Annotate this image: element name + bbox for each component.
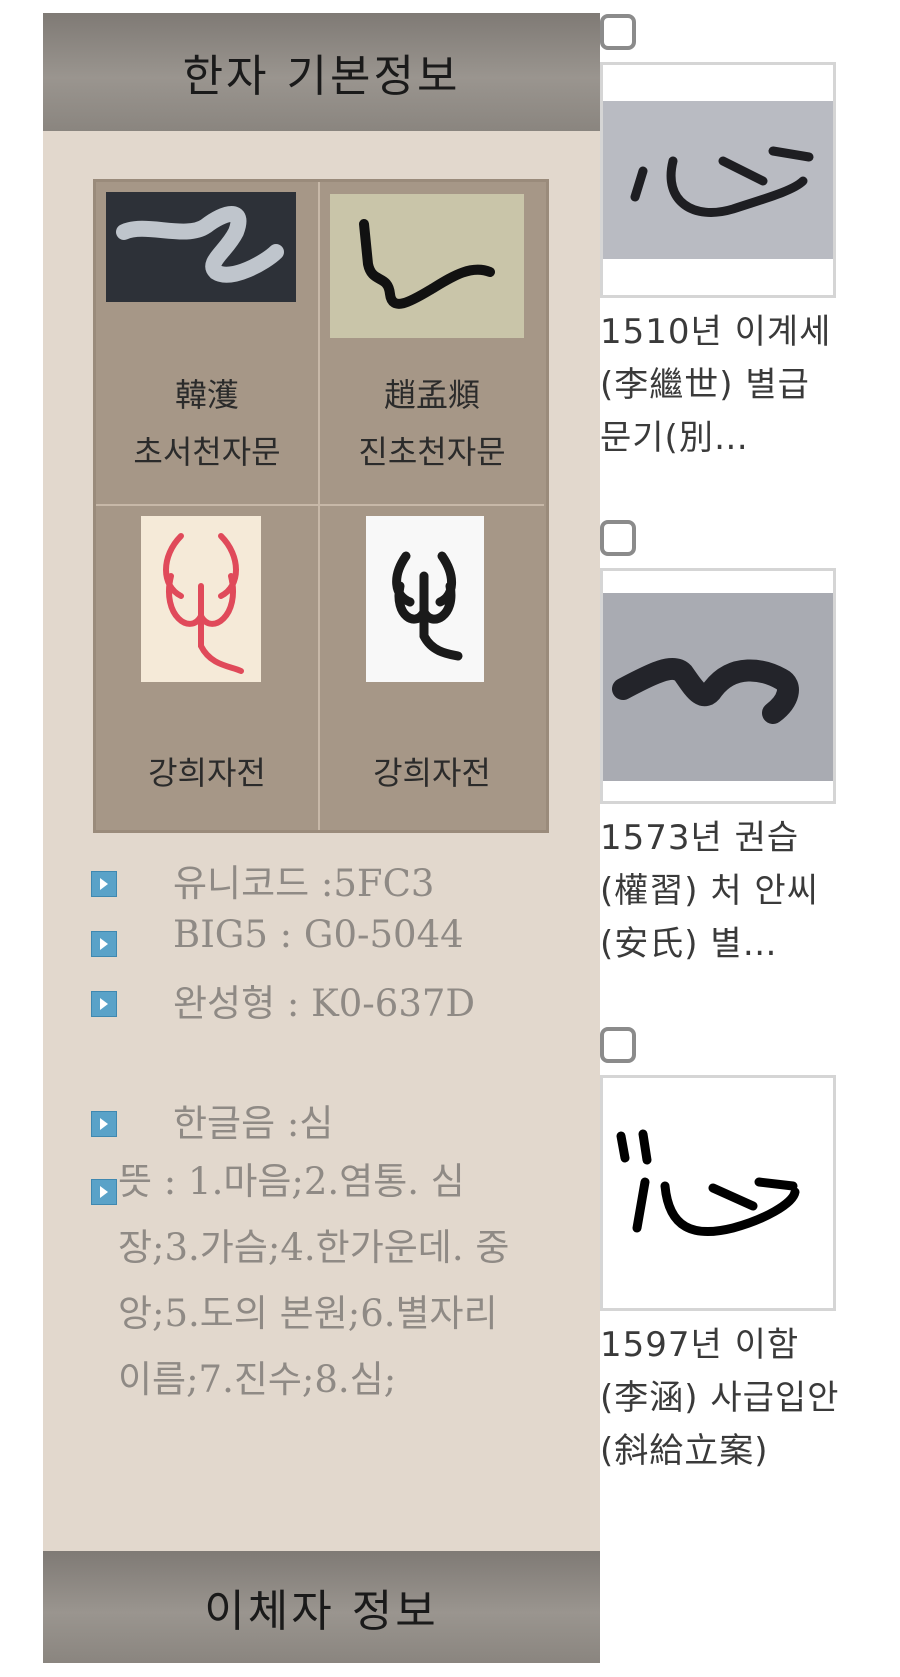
select-checkbox[interactable] — [600, 1027, 636, 1063]
meaning-text: 뜻 : 1.마음;2.염통. 심장;3.가슴;4.한가운데. 중앙;5.도의 본… — [118, 1160, 510, 1401]
bullet-icon — [91, 991, 117, 1017]
variant-glyph-image — [603, 1078, 833, 1308]
variant-glyph-image — [603, 101, 833, 259]
thumbnail-frame[interactable] — [600, 568, 836, 804]
select-checkbox[interactable] — [600, 520, 636, 556]
glyph-cell-shuowen[interactable]: 강희자전 — [96, 506, 320, 830]
cursive-glyph-image — [106, 192, 296, 302]
glyph-caption-source: 초서천자문 — [133, 433, 281, 471]
thumbnail-frame[interactable] — [600, 62, 836, 298]
glyph-cell-zhao[interactable]: 趙孟頫 진초천자문 — [320, 182, 544, 506]
glyph-caption-source: 진초천자문 — [358, 433, 506, 471]
bullet-icon — [91, 1111, 117, 1137]
variant-list: 1510년 이계세(李繼世) 별급문기(別… 1573년 권습(權習) 처 안씨… — [600, 0, 900, 1677]
variant-info-header[interactable]: 이체자 정보 — [43, 1551, 600, 1663]
variant-glyph-image — [603, 593, 833, 781]
glyph-caption-source: 강희자전 — [373, 754, 491, 792]
glyph-table: 韓濩 초서천자문 趙孟頫 진초천자문 강희자전 강희자전 — [93, 179, 549, 833]
glyph-cell-hanho[interactable]: 韓濩 초서천자문 — [96, 182, 320, 506]
item-caption[interactable]: 1573년 권습(權習) 처 안씨(安氏) 별… — [600, 812, 840, 971]
footer-title: 이체자 정보 — [204, 1586, 439, 1637]
item-caption[interactable]: 1510년 이계세(李繼世) 별급문기(別… — [600, 306, 840, 465]
select-checkbox[interactable] — [600, 14, 636, 50]
cursive-glyph-image — [330, 194, 524, 338]
seal-glyph-image — [366, 516, 484, 682]
glyph-caption-source: 강희자전 — [148, 754, 266, 792]
item-caption[interactable]: 1597년 이함(李涵) 사급입안(斜給立案) — [600, 1319, 840, 1478]
bullet-icon — [91, 931, 117, 957]
hanja-info-panel: 한자 기본정보 韓濩 초서천자문 趙孟頫 진초천자문 강희자전 강희자전 유니코… — [43, 13, 600, 1663]
hanja-basic-info-header: 한자 기본정보 — [43, 13, 600, 131]
seal-glyph-image — [141, 516, 261, 682]
bullet-icon — [91, 1179, 117, 1205]
bullet-icon — [91, 871, 117, 897]
glyph-caption-author: 韓濩 — [174, 376, 239, 414]
thumbnail-frame[interactable] — [600, 1075, 836, 1311]
glyph-caption-author: 趙孟頫 — [383, 376, 480, 414]
glyph-cell-kangxi[interactable]: 강희자전 — [320, 506, 544, 830]
header-title: 한자 기본정보 — [182, 51, 461, 102]
